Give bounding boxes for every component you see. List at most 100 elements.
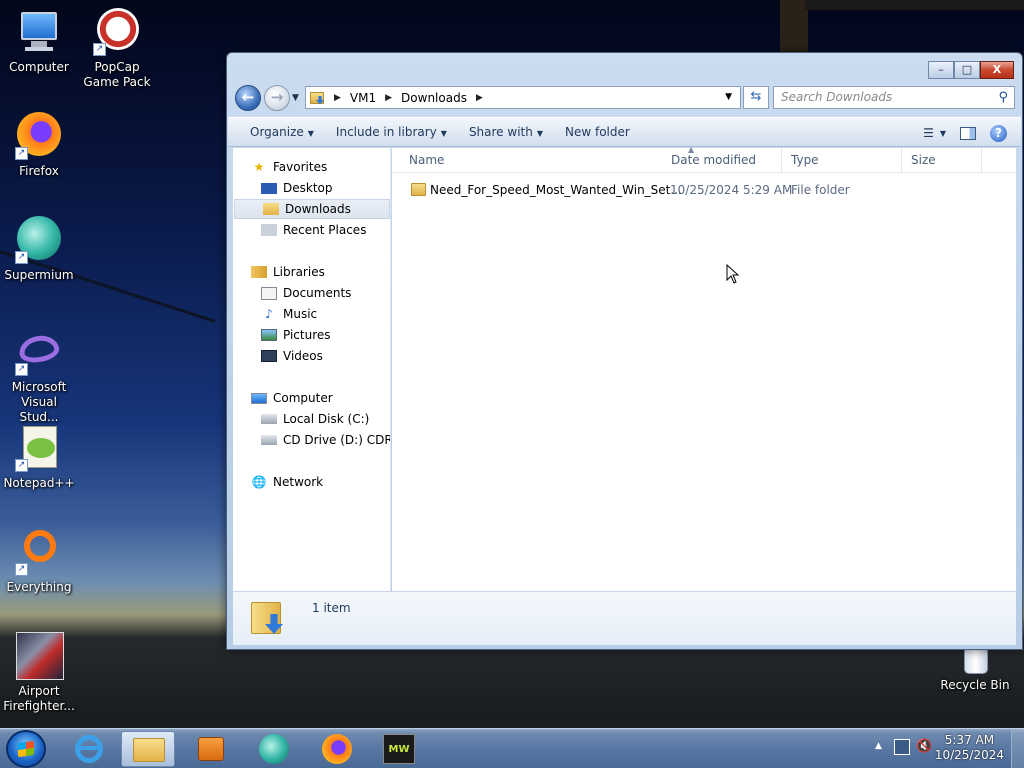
downloads-folder-icon: [263, 203, 279, 215]
desktop-icon-popcap[interactable]: ↗ PopCap Game Pack: [78, 8, 156, 90]
change-view-icon[interactable]: ☰: [923, 126, 934, 140]
desktop-icon-firefox[interactable]: ↗ Firefox: [0, 112, 78, 179]
navigation-pane: ★ Favorites Desktop Downloads Recent Plac…: [233, 148, 391, 591]
help-icon[interactable]: ?: [990, 124, 1007, 142]
breadcrumb-separator-icon[interactable]: ▶: [476, 93, 483, 103]
show-desktop-button[interactable]: [1011, 729, 1024, 768]
taskbar-nfs-most-wanted[interactable]: MW: [372, 731, 426, 767]
column-type[interactable]: Type: [782, 148, 902, 173]
desktop-icon-label: Everything: [6, 580, 72, 594]
nav-network[interactable]: 🌐 Network: [251, 472, 324, 492]
show-hidden-icons-icon[interactable]: ▲: [875, 741, 882, 751]
desktop-icon-label: Computer: [9, 60, 69, 74]
nav-favorites[interactable]: ★ Favorites: [251, 157, 328, 177]
taskbar-firefox[interactable]: [310, 731, 364, 767]
search-icon[interactable]: ⚲: [998, 90, 1008, 105]
item-count: 1 item: [312, 601, 351, 615]
taskbar-supermium[interactable]: [247, 731, 301, 767]
taskbar-media-player[interactable]: [184, 731, 238, 767]
file-row[interactable]: Need_For_Speed_Most_Wanted_Win_Set... 10…: [392, 179, 1016, 201]
address-bar[interactable]: ▶ VM1 ▶ Downloads ▶ ▼: [305, 86, 741, 109]
chevron-down-icon[interactable]: ▼: [940, 129, 946, 138]
desktop-icon-supermium[interactable]: ↗ Supermium: [0, 216, 78, 283]
nav-item-label: Downloads: [285, 202, 351, 216]
address-history-dropdown-icon[interactable]: ▼: [725, 92, 732, 102]
column-date-modified[interactable]: Date modified: [662, 148, 782, 173]
chevron-down-icon: ▼: [307, 129, 314, 138]
include-in-library-button[interactable]: Include in library ▼: [325, 125, 458, 139]
file-date-modified: 10/25/2024 5:29 AM: [670, 183, 793, 197]
shortcut-arrow-icon: ↗: [15, 459, 28, 472]
nav-computer[interactable]: Computer: [251, 388, 333, 408]
breadcrumb-separator-icon[interactable]: ▶: [385, 93, 392, 103]
nav-item-recent-places[interactable]: Recent Places: [261, 220, 366, 240]
shortcut-arrow-icon: ↗: [93, 43, 106, 56]
nfs-most-wanted-icon: MW: [383, 734, 415, 764]
desktop-icon-label: Microsoft Visual Stud...: [11, 380, 67, 424]
bridge-beam: [805, 0, 1024, 10]
network-status-icon[interactable]: [894, 739, 910, 755]
mouse-cursor-icon: [726, 264, 740, 284]
minimize-button[interactable]: –: [928, 61, 954, 79]
file-type: File folder: [791, 183, 850, 197]
media-player-icon: [198, 737, 224, 761]
volume-muted-icon[interactable]: 🔇: [916, 739, 932, 754]
nav-item-label: CD Drive (D:) CDROM: [283, 433, 390, 447]
windows-logo-icon: [18, 740, 34, 758]
breadcrumb-vm1[interactable]: VM1: [350, 91, 376, 105]
network-icon: 🌐: [251, 475, 267, 489]
nav-item-documents[interactable]: Documents: [261, 283, 351, 303]
desktop-icon-computer[interactable]: Computer: [0, 8, 78, 75]
system-tray: ▲ 🔇 5:37 AM 10/25/2024: [854, 729, 1024, 768]
breadcrumb-separator-icon[interactable]: ▶: [334, 93, 341, 103]
clock[interactable]: 5:37 AM 10/25/2024: [935, 733, 1004, 763]
nav-item-pictures[interactable]: Pictures: [261, 325, 331, 345]
nav-item-cd-drive[interactable]: CD Drive (D:) CDROM: [261, 430, 390, 450]
chevron-down-icon: ▼: [440, 129, 447, 138]
search-input[interactable]: Search Downloads ⚲: [773, 86, 1015, 109]
preview-pane-icon[interactable]: [960, 126, 976, 140]
column-name[interactable]: Name: [400, 148, 662, 173]
nav-item-label: Desktop: [283, 181, 333, 195]
desktop-icon-label: Recycle Bin: [940, 678, 1010, 692]
popcap-icon: ↗: [93, 8, 141, 56]
downloads-folder-icon: [310, 91, 326, 105]
taskbar: MW ▲ 🔇 5:37 AM 10/25/2024: [0, 728, 1024, 768]
refresh-button[interactable]: ⇆: [743, 86, 769, 109]
organize-button[interactable]: Organize ▼: [228, 125, 325, 139]
nav-item-videos[interactable]: Videos: [261, 346, 323, 366]
folder-icon: [411, 183, 426, 196]
chevron-down-icon: ▼: [536, 129, 543, 138]
computer-icon: [251, 392, 267, 404]
nav-item-label: Videos: [283, 349, 323, 363]
column-size[interactable]: Size: [902, 148, 982, 173]
nav-item-local-disk[interactable]: Local Disk (C:): [261, 409, 369, 429]
share-with-button[interactable]: Share with ▼: [458, 125, 554, 139]
internet-explorer-icon: [75, 735, 103, 763]
nav-item-music[interactable]: ♪ Music: [261, 304, 317, 324]
taskbar-windows-explorer[interactable]: [121, 731, 175, 767]
nav-item-desktop[interactable]: Desktop: [261, 178, 333, 198]
recent-pages-dropdown[interactable]: ▼: [292, 93, 299, 103]
clock-time: 5:37 AM: [944, 733, 995, 747]
forward-button[interactable]: →: [264, 85, 290, 111]
desktop-icon-airport-firefighter[interactable]: Airport Firefighter...: [0, 632, 78, 714]
nav-libraries[interactable]: Libraries: [251, 262, 325, 282]
visual-studio-icon: ↗: [15, 328, 63, 376]
breadcrumb-downloads[interactable]: Downloads: [401, 91, 467, 105]
desktop-icon-visual-studio[interactable]: ↗ Microsoft Visual Stud...: [0, 328, 78, 425]
close-button[interactable]: X: [980, 61, 1014, 79]
downloads-folder-icon: [251, 598, 285, 636]
maximize-button[interactable]: □: [954, 61, 980, 79]
search-placeholder: Search Downloads: [781, 90, 893, 104]
back-button[interactable]: ←: [235, 85, 261, 111]
desktop-icon-label: PopCap Game Pack: [83, 60, 151, 89]
desktop-icon-everything[interactable]: ↗ Everything: [0, 528, 78, 595]
taskbar-internet-explorer[interactable]: [62, 731, 116, 767]
nav-item-downloads[interactable]: Downloads: [234, 199, 390, 219]
desktop-icon-recycle-bin[interactable]: Recycle Bin: [936, 644, 1014, 693]
start-button[interactable]: [6, 730, 46, 768]
desktop-icon-notepadpp[interactable]: ↗ Notepad++: [0, 424, 78, 491]
file-name[interactable]: Need_For_Speed_Most_Wanted_Win_Set...: [430, 179, 682, 201]
new-folder-button[interactable]: New folder: [554, 125, 641, 139]
